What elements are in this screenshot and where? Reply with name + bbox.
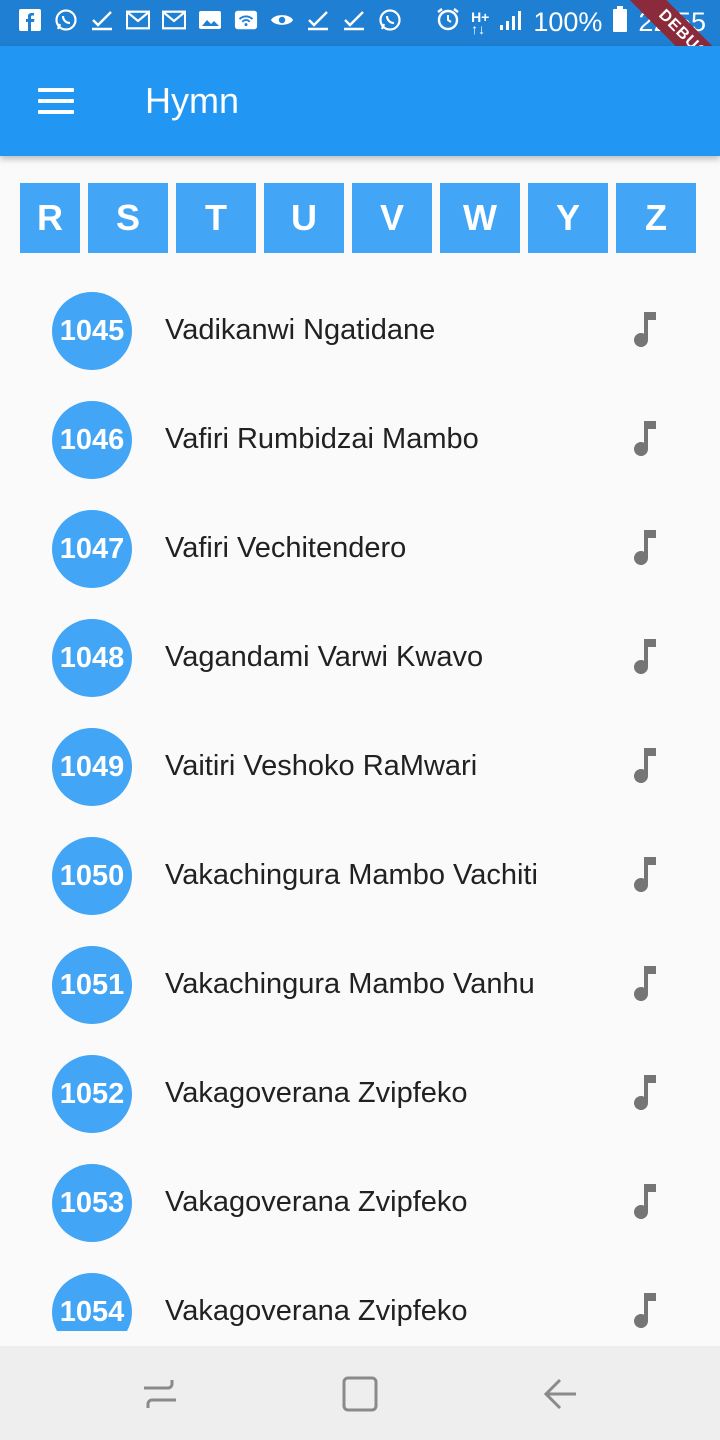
letter-tab[interactable]: S	[88, 183, 168, 253]
back-icon[interactable]	[532, 1370, 592, 1418]
whatsapp-icon	[54, 8, 78, 32]
list-item[interactable]: 1046 Vafiri Rumbidzai Mambo	[0, 385, 720, 494]
hymn-title: Vakachingura Mambo Vanhu	[165, 968, 535, 1000]
hymn-list[interactable]: 1045 Vadikanwi Ngatidane 1046 Vafiri Rum…	[0, 276, 720, 1331]
list-item[interactable]: 1048 Vagandami Varwi Kwavo	[0, 603, 720, 712]
letter-tab[interactable]: R	[20, 183, 80, 253]
letter-tab[interactable]: Y	[528, 183, 608, 253]
hymn-title: Vagandami Varwi Kwavo	[165, 641, 484, 673]
list-item[interactable]: 1050 Vakachingura Mambo Vachiti	[0, 821, 720, 930]
hymn-number-badge: 1047	[52, 510, 132, 588]
battery-percent: 100%	[533, 7, 603, 37]
hymn-number-badge: 1052	[52, 1055, 132, 1133]
list-item[interactable]: 1052 Vakagoverana Zvipfeko	[0, 1039, 720, 1148]
music-note-icon[interactable]	[628, 419, 662, 459]
check-icon	[90, 8, 114, 32]
hymn-title: Vakagoverana Zvipfeko	[165, 1077, 468, 1109]
hymn-title: Vafiri Vechitendero	[165, 532, 407, 564]
music-note-icon[interactable]	[628, 1073, 662, 1113]
music-note-icon[interactable]	[628, 1291, 662, 1331]
music-note-icon[interactable]	[628, 1182, 662, 1222]
hymn-number-badge: 1050	[52, 837, 132, 915]
hymn-title: Vaitiri Veshoko RaMwari	[165, 750, 478, 782]
system-nav-bar	[0, 1346, 720, 1440]
gmail-icon	[126, 8, 150, 32]
hymn-number-badge: 1053	[52, 1164, 132, 1242]
alarm-icon	[435, 6, 461, 39]
hymn-number-badge: 1049	[52, 728, 132, 806]
music-note-icon[interactable]	[628, 528, 662, 568]
page-title: Hymn	[145, 80, 240, 121]
hymn-number-badge: 1051	[52, 946, 132, 1024]
status-bar: H+↑↓ 100% 22:55 DEBUG	[0, 0, 720, 112]
list-item[interactable]: 1053 Vakagoverana Zvipfeko	[0, 1148, 720, 1257]
facebook-icon	[18, 8, 42, 32]
list-item[interactable]: 1045 Vadikanwi Ngatidane	[0, 276, 720, 385]
letter-tab[interactable]: U	[264, 183, 344, 253]
hamburger-menu-icon[interactable]	[30, 78, 82, 124]
letter-index-bar: R S T U V W Y Z	[20, 183, 700, 253]
recent-apps-icon[interactable]	[130, 1370, 190, 1418]
music-note-icon[interactable]	[628, 746, 662, 786]
check-icon	[306, 8, 330, 32]
music-note-icon[interactable]	[628, 964, 662, 1004]
hymn-title: Vafiri Rumbidzai Mambo	[165, 423, 479, 455]
letter-tab[interactable]: W	[440, 183, 520, 253]
hymn-title: Vakagoverana Zvipfeko	[165, 1186, 468, 1218]
music-note-icon[interactable]	[628, 637, 662, 677]
list-item[interactable]: 1051 Vakachingura Mambo Vanhu	[0, 930, 720, 1039]
music-note-icon[interactable]	[628, 310, 662, 350]
list-item[interactable]: 1049 Vaitiri Veshoko RaMwari	[0, 712, 720, 821]
hymn-title: Vadikanwi Ngatidane	[165, 314, 436, 346]
data-icon: H+ ↑↓	[471, 8, 490, 37]
whatsapp-icon	[378, 8, 402, 32]
letter-tab[interactable]: Z	[616, 183, 696, 253]
list-item[interactable]: 1054 Vakagoverana Zvipfeko	[0, 1257, 720, 1331]
hymn-number-badge: 1054	[52, 1273, 132, 1331]
eye-icon	[270, 8, 294, 32]
battery-icon	[612, 6, 628, 39]
list-item[interactable]: 1047 Vafiri Vechitendero	[0, 494, 720, 603]
home-icon[interactable]	[330, 1370, 390, 1418]
gmail-icon	[162, 8, 186, 32]
notification-icons	[18, 8, 402, 32]
hymn-number-badge: 1045	[52, 292, 132, 370]
hymn-title: Vakachingura Mambo Vachiti	[165, 859, 538, 891]
hymn-number-badge: 1048	[52, 619, 132, 697]
hymn-title: Vakagoverana Zvipfeko	[165, 1295, 468, 1327]
letter-tab[interactable]: V	[352, 183, 432, 253]
app-bar: Hymn	[0, 46, 720, 156]
music-note-icon[interactable]	[628, 855, 662, 895]
check-icon	[342, 8, 366, 32]
hymn-number-badge: 1046	[52, 401, 132, 479]
wifi-icon	[234, 8, 258, 32]
image-icon	[198, 8, 222, 32]
signal-icon	[499, 7, 523, 38]
letter-tab[interactable]: T	[176, 183, 256, 253]
